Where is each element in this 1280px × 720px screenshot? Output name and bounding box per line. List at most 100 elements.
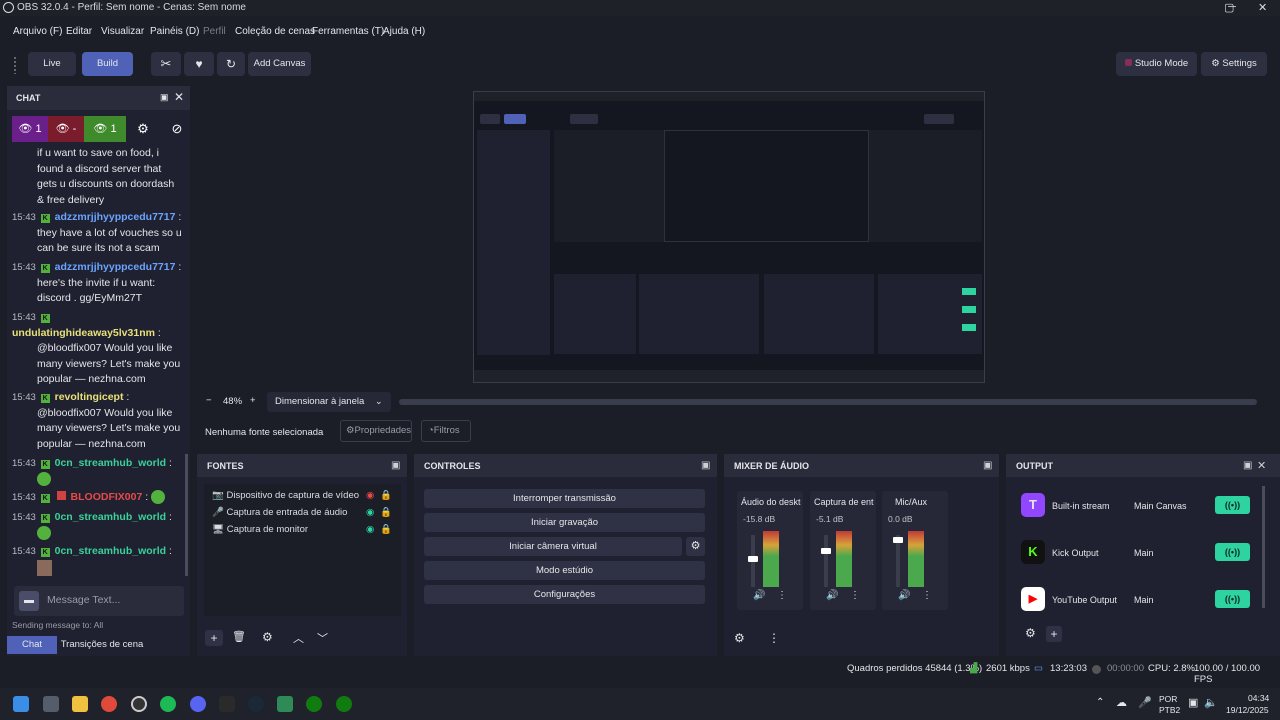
chrome-icon[interactable] — [101, 696, 117, 712]
chat-settings-gear-icon[interactable]: ⚙ — [129, 116, 157, 142]
start-virtual-camera-button[interactable]: Iniciar câmera virtual — [424, 537, 682, 556]
menu-help[interactable]: Ajuda (H) — [383, 26, 425, 37]
undock-icon[interactable]: ▣ — [1243, 460, 1252, 471]
share-icon[interactable]: ↻ — [217, 52, 245, 76]
source-item[interactable]: 🎤 Captura de entrada de áudio ◉ 🔒 — [212, 507, 402, 523]
start-recording-button[interactable]: Iniciar gravação — [424, 513, 705, 532]
studio-mode-button[interactable]: Studio Mode — [1116, 52, 1197, 76]
studio-mode-toggle-button[interactable]: Modo estúdio — [424, 561, 705, 580]
spotify-icon[interactable] — [160, 696, 176, 712]
menu-edit[interactable]: Editar — [66, 26, 92, 37]
app-icon[interactable] — [277, 696, 293, 712]
tab-chat[interactable]: Chat — [7, 636, 57, 654]
volume-slider[interactable] — [748, 535, 758, 587]
xbox-icon[interactable] — [306, 696, 322, 712]
preview-canvas[interactable] — [473, 91, 985, 383]
message-username[interactable]: 0cn_streamhub_world — [55, 511, 166, 523]
message-username[interactable]: BLOODFIX007 — [71, 491, 143, 503]
source-item[interactable]: 🖥 Captura de monitor ◉ 🔒 — [212, 524, 402, 540]
lock-icon[interactable]: 🔒 — [380, 490, 392, 501]
add-output-button[interactable]: + — [1046, 626, 1062, 642]
zoom-out-button[interactable]: − — [206, 395, 212, 406]
preview-scrollbar[interactable] — [399, 399, 1257, 405]
undock-icon[interactable]: ▣ — [701, 460, 710, 471]
fit-select[interactable]: Dimensionar à janela ⌄ — [267, 392, 391, 412]
add-source-button[interactable]: + — [205, 630, 223, 646]
menu-profile[interactable]: Perfil — [203, 26, 226, 37]
keyboard-layout[interactable]: PTB2 — [1159, 705, 1180, 715]
chat-input-placeholder[interactable]: Message Text... — [47, 594, 120, 606]
message-username[interactable]: revoltingicept — [55, 391, 124, 403]
add-canvas-button[interactable]: Add Canvas — [248, 52, 311, 76]
undock-icon[interactable]: ▣ — [391, 460, 400, 471]
tray-chevron-up-icon[interactable]: ⌃ — [1096, 697, 1104, 708]
virtual-camera-gear-icon[interactable]: ⚙ — [686, 537, 705, 556]
filters-button[interactable]: ◔Filtros — [421, 420, 471, 442]
settings-control-button[interactable]: Configurações — [424, 585, 705, 604]
properties-button[interactable]: ⚙Propriedades — [340, 420, 412, 442]
menu-view[interactable]: Visualizar — [101, 26, 144, 37]
windows-start-icon[interactable] — [13, 696, 29, 712]
output-gear-icon[interactable]: ⚙ — [1025, 626, 1036, 640]
clock-date[interactable]: 19/12/2025 — [1226, 705, 1269, 715]
toolbar-grip-handle[interactable] — [13, 56, 18, 74]
lock-icon[interactable]: 🔒 — [380, 507, 392, 518]
discord-icon[interactable] — [190, 696, 206, 712]
output-scrollbar[interactable] — [1262, 486, 1265, 608]
zoom-in-button[interactable]: + — [250, 395, 256, 406]
output-live-toggle[interactable]: ((•)) — [1215, 590, 1250, 608]
menu-file[interactable]: Arquivo (F) — [13, 26, 62, 37]
speaker-icon[interactable]: 🔊 — [826, 590, 838, 601]
settings-button[interactable]: ⚙ Settings — [1201, 52, 1267, 76]
chat-scrollbar[interactable] — [185, 454, 188, 576]
speaker-icon[interactable]: 🔊 — [898, 590, 910, 601]
tab-scene-transitions[interactable]: Transições de cena — [59, 636, 145, 654]
more-options-icon[interactable]: ⋮ — [922, 590, 932, 601]
network-icon[interactable]: ▣ — [1188, 696, 1198, 709]
visibility-hidden-icon[interactable]: ◉ — [366, 490, 374, 501]
output-live-toggle[interactable]: ((•)) — [1215, 496, 1250, 514]
close-icon[interactable]: ✕ — [174, 90, 184, 104]
language-code[interactable]: POR — [1159, 694, 1177, 704]
more-options-icon[interactable]: ⋮ — [850, 590, 860, 601]
close-window-button[interactable]: ✕ — [1258, 1, 1267, 14]
heart-icon[interactable]: ♥ — [184, 52, 214, 76]
epic-games-icon[interactable] — [219, 696, 235, 712]
chevron-up-icon[interactable]: ︿ — [293, 630, 304, 646]
maximize-button[interactable]: ▢ — [1224, 1, 1234, 14]
lock-icon[interactable]: 🔒 — [380, 524, 392, 535]
more-options-icon[interactable]: ⋮ — [777, 590, 787, 601]
source-item[interactable]: 📷 Dispositivo de captura de vídeo ◉ 🔒 — [212, 490, 402, 506]
steam-icon[interactable] — [248, 696, 264, 712]
volume-slider[interactable] — [893, 535, 903, 587]
undock-icon[interactable]: ▣ — [160, 92, 169, 103]
mic-tray-icon[interactable]: 🎤 — [1138, 696, 1152, 709]
message-username[interactable]: 0cn_streamhub_world — [55, 545, 166, 557]
tools-icon[interactable]: ✂ — [151, 52, 181, 76]
chevron-down-icon[interactable]: ﹀ — [317, 630, 328, 646]
eye-icon[interactable]: ◉ — [366, 507, 374, 518]
trash-icon[interactable]: 🗑 — [232, 630, 246, 643]
chat-popout-icon[interactable]: ⊘ — [163, 116, 191, 142]
volume-icon[interactable]: 🔈 — [1204, 696, 1218, 709]
clock-time[interactable]: 04:34 — [1248, 693, 1269, 703]
mixer-more-icon[interactable]: ⋮ — [768, 631, 780, 645]
menu-tools[interactable]: Ferramentas (T) — [312, 26, 384, 37]
stop-stream-button[interactable]: Interromper transmissão — [424, 489, 705, 508]
message-username[interactable]: adzzmrjjhyyppcedu7717 — [55, 261, 176, 273]
menu-scene-collection[interactable]: Coleção de cenas — [235, 26, 315, 37]
source-gear-icon[interactable]: ⚙ — [262, 630, 273, 644]
speaker-icon[interactable]: 🔊 — [753, 590, 765, 601]
message-username[interactable]: adzzmrjjhyyppcedu7717 — [55, 211, 176, 223]
build-button[interactable]: Build — [82, 52, 133, 76]
cloud-icon[interactable]: ☁ — [1116, 696, 1127, 709]
file-explorer-icon[interactable] — [72, 696, 88, 712]
close-icon[interactable]: ✕ — [1257, 459, 1266, 472]
live-button[interactable]: Live — [28, 52, 76, 76]
menu-docks[interactable]: Painéis (D) — [150, 26, 199, 37]
undock-icon[interactable]: ▣ — [983, 460, 992, 471]
obs-icon[interactable] — [131, 696, 147, 712]
eye-icon[interactable]: ◉ — [366, 524, 374, 535]
message-username[interactable]: 0cn_streamhub_world — [55, 457, 166, 469]
message-username[interactable]: undulatinghideaway5lv31nm — [12, 327, 155, 339]
